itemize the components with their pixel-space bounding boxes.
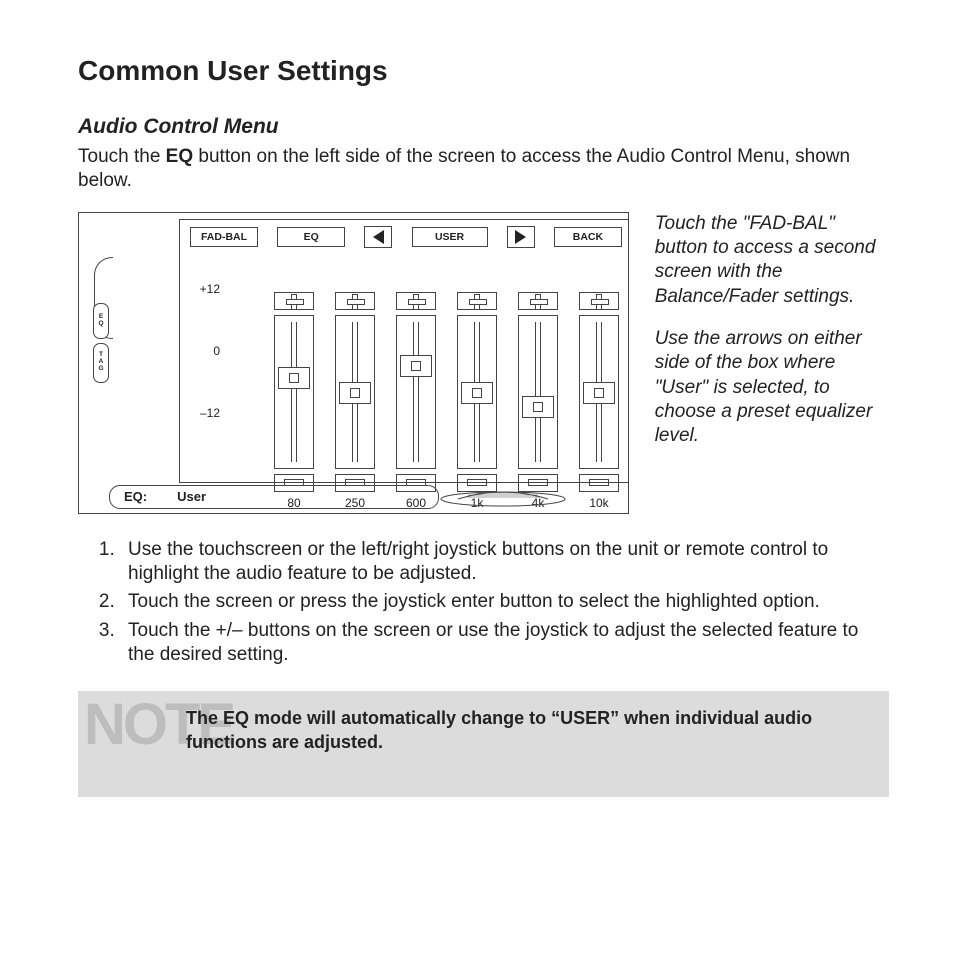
slider-handle[interactable] — [461, 382, 493, 404]
pedestal-decoration — [438, 483, 568, 507]
figure-captions: Touch the "FAD-BAL" button to access a s… — [655, 212, 889, 467]
eq-plus-button[interactable] — [579, 292, 619, 310]
eq-slider[interactable] — [274, 315, 314, 469]
y-label-mid: 0 — [190, 344, 220, 358]
status-bar: EQ: User — [109, 485, 439, 509]
y-label-hi: +12 — [190, 282, 220, 296]
intro-bold: EQ — [166, 146, 193, 167]
freq-label: 10k — [589, 496, 608, 510]
eq-slider[interactable] — [396, 315, 436, 469]
caption-2: Use the arrows on either side of the box… — [655, 327, 889, 449]
preset-display[interactable]: USER — [412, 227, 488, 247]
device-mockup: EQ TAG FAD-BAL EQ USER BACK +12 0 –12 — [78, 212, 629, 514]
plus-icon — [347, 294, 363, 308]
eq-slider[interactable] — [518, 315, 558, 469]
caption-1: Touch the "FAD-BAL" button to access a s… — [655, 212, 889, 309]
arrow-right-icon — [515, 230, 526, 244]
y-axis-labels: +12 0 –12 — [190, 282, 220, 420]
y-label-lo: –12 — [190, 406, 220, 420]
minus-icon — [589, 479, 609, 486]
slider-handle[interactable] — [583, 382, 615, 404]
instruction-list: Use the touchscreen or the left/right jo… — [78, 538, 889, 668]
note-text: The EQ mode will automatically change to… — [186, 707, 871, 754]
slider-handle[interactable] — [339, 382, 371, 404]
eq-button[interactable]: EQ — [277, 227, 345, 247]
slider-handle[interactable] — [400, 355, 432, 377]
eq-slider[interactable] — [457, 315, 497, 469]
eq-minus-button[interactable] — [579, 474, 619, 492]
plus-icon — [408, 294, 424, 308]
step-2: Touch the screen or press the joystick e… — [120, 590, 889, 614]
fad-bal-button[interactable]: FAD-BAL — [190, 227, 258, 247]
eq-slider[interactable] — [335, 315, 375, 469]
eq-band-250: 250 — [333, 292, 377, 510]
intro-text-2: button on the left side of the screen to… — [78, 146, 850, 191]
eq-plus-button[interactable] — [396, 292, 436, 310]
plus-icon — [530, 294, 546, 308]
preset-next-button[interactable] — [507, 226, 535, 248]
status-label: EQ: — [124, 489, 147, 504]
intro-text: Touch the — [78, 146, 166, 167]
eq-plus-button[interactable] — [518, 292, 558, 310]
eq-slider[interactable] — [579, 315, 619, 469]
section-heading: Audio Control Menu — [78, 115, 889, 139]
eq-band-4k: 4k — [516, 292, 560, 510]
slider-handle[interactable] — [522, 396, 554, 418]
step-3: Touch the +/– buttons on the screen or u… — [120, 619, 889, 668]
arrow-left-icon — [373, 230, 384, 244]
page-title: Common User Settings — [78, 55, 889, 87]
eq-plus-button[interactable] — [274, 292, 314, 310]
eq-band-80: 80 — [272, 292, 316, 510]
eq-band-600: 600 — [394, 292, 438, 510]
intro-paragraph: Touch the EQ button on the left side of … — [78, 145, 889, 194]
plus-icon — [469, 294, 485, 308]
eq-plus-button[interactable] — [335, 292, 375, 310]
side-tag-button[interactable]: TAG — [93, 343, 109, 383]
eq-sliders: 802506001k4k10k16k — [272, 292, 629, 510]
side-eq-button[interactable]: EQ — [93, 303, 109, 339]
note-box: NOTE The EQ mode will automatically chan… — [78, 691, 889, 797]
eq-band-1k: 1k — [455, 292, 499, 510]
eq-plus-button[interactable] — [457, 292, 497, 310]
eq-screen: FAD-BAL EQ USER BACK +12 0 –12 802506001… — [179, 219, 629, 483]
plus-icon — [286, 294, 302, 308]
step-1: Use the touchscreen or the left/right jo… — [120, 538, 889, 587]
back-button[interactable]: BACK — [554, 227, 622, 247]
eq-band-10k: 10k — [577, 292, 621, 510]
preset-prev-button[interactable] — [364, 226, 392, 248]
status-value: User — [177, 489, 206, 504]
plus-icon — [591, 294, 607, 308]
slider-handle[interactable] — [278, 367, 310, 389]
